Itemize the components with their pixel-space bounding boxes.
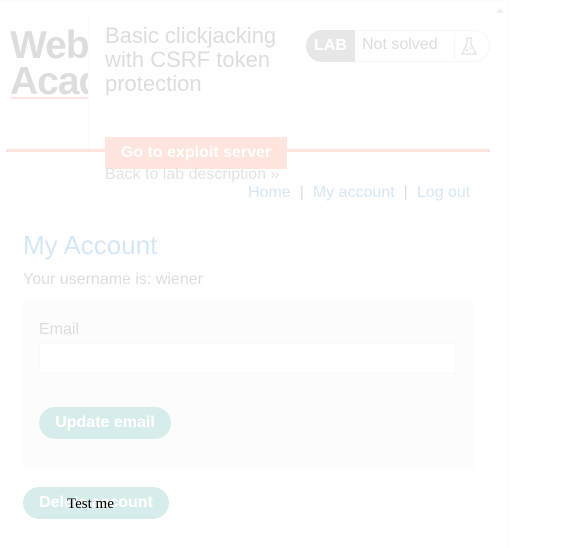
update-email-button[interactable]: Update email <box>39 407 171 439</box>
nav-home-link[interactable]: Home <box>248 184 291 201</box>
lab-status-text: Not solved <box>362 36 438 53</box>
target-iframe[interactable]: Web SAcad Basic clickjacking with CSRF t… <box>0 0 509 548</box>
logo[interactable]: Web SAcad <box>10 28 94 100</box>
nav-log-out-link[interactable]: Log out <box>417 184 470 201</box>
back-link-label: Back to lab description <box>105 166 266 183</box>
nav-separator: | <box>403 184 408 201</box>
lab-badge: LAB <box>306 30 355 62</box>
logo-underline <box>10 97 90 99</box>
email-field[interactable] <box>39 343 456 373</box>
back-to-description-link[interactable]: Back to lab description » <box>105 166 279 184</box>
page-title: My Account <box>23 230 158 260</box>
scroll-up-arrow[interactable] <box>496 8 504 13</box>
lab-title: Basic clickjacking with CSRF token prote… <box>105 23 277 96</box>
decoy-test-me-text[interactable]: Test me <box>67 496 114 513</box>
double-chevron-right-icon: » <box>270 166 280 183</box>
change-email-form <box>23 301 474 469</box>
account-nav: Home | My account | Log out <box>248 184 470 202</box>
exploit-server-button[interactable]: Go to exploit server <box>105 137 287 169</box>
nav-my-account-link[interactable]: My account <box>313 184 395 201</box>
nav-separator: | <box>299 184 304 201</box>
email-label: Email <box>39 321 80 338</box>
username-text: Your username is: wiener <box>23 271 203 288</box>
flask-icon <box>454 33 483 59</box>
